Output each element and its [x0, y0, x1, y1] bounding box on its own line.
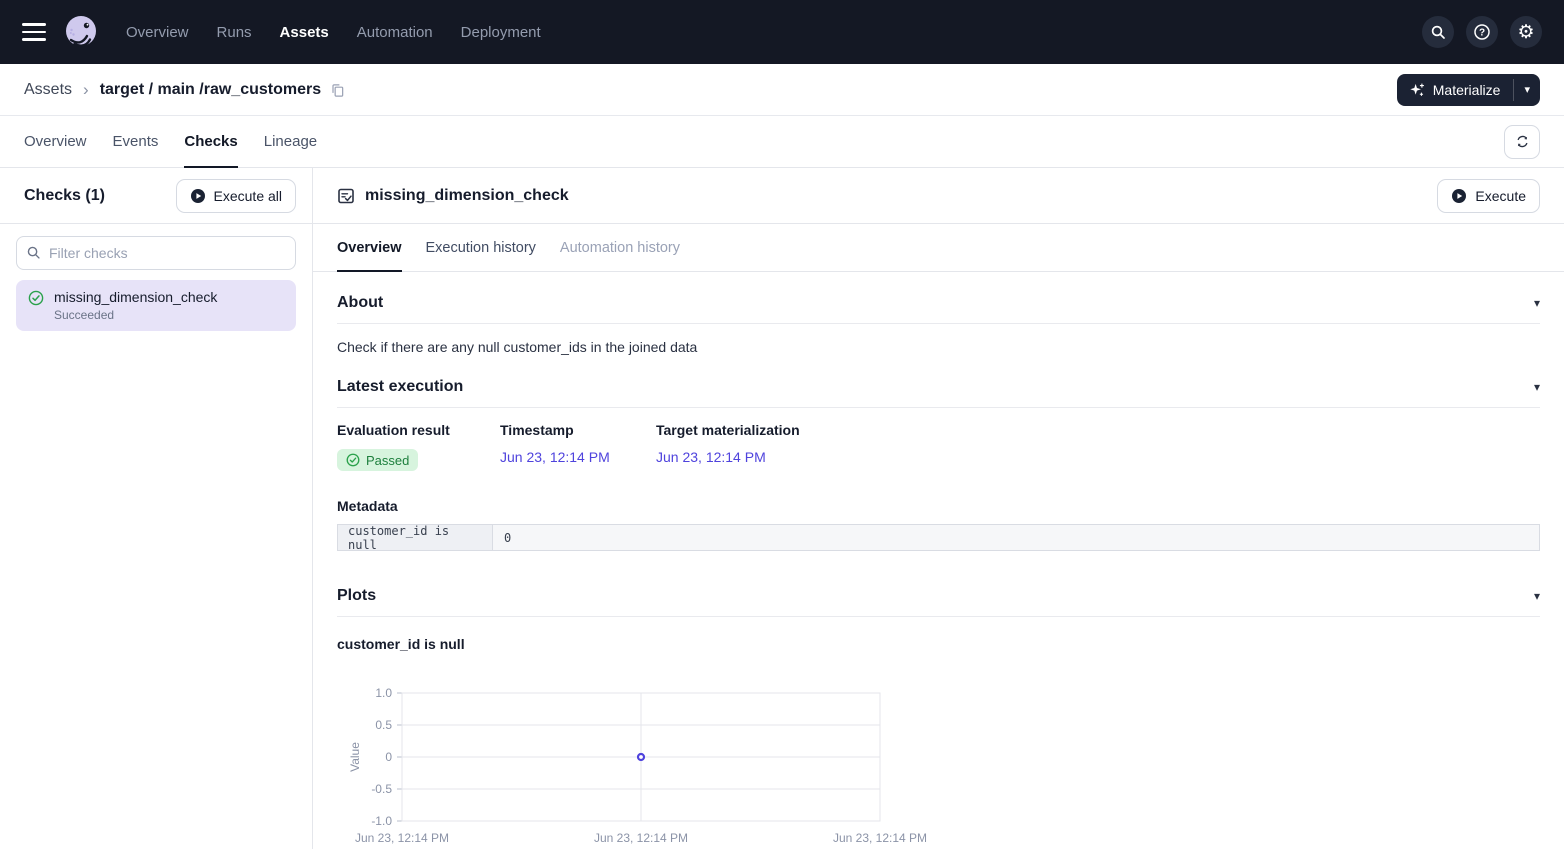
menu-icon[interactable] [22, 23, 46, 41]
help-icon: ? [1473, 23, 1491, 41]
about-section-header: About ▾ [337, 272, 1540, 324]
plots-section-header: Plots ▾ [337, 551, 1540, 617]
metadata-value: 0 [493, 525, 1539, 550]
primary-nav: Overview Runs Assets Automation Deployme… [126, 24, 541, 41]
check-status: Succeeded [54, 308, 217, 322]
check-list-item[interactable]: missing_dimension_check Succeeded [16, 280, 296, 331]
breadcrumb: Assets › target / main / raw_customers M… [0, 64, 1564, 116]
refresh-icon [1515, 134, 1530, 149]
svg-text:0: 0 [385, 750, 392, 764]
tab-automation-history[interactable]: Automation history [560, 224, 680, 271]
breadcrumb-assets-link[interactable]: Assets [24, 81, 72, 99]
svg-text:0.5: 0.5 [375, 718, 392, 732]
nav-overview[interactable]: Overview [126, 24, 189, 41]
nav-assets[interactable]: Assets [280, 24, 329, 41]
filter-search-icon [26, 245, 41, 265]
asset-tabs: Overview Events Checks Lineage [0, 116, 1564, 168]
col-target-materialization: Target materialization [656, 421, 800, 439]
metadata-table: customer_id is null 0 [337, 524, 1540, 551]
svg-text:1.0: 1.0 [375, 686, 392, 700]
nav-deployment[interactable]: Deployment [461, 24, 541, 41]
materialize-dropdown-button[interactable]: ▾ [1514, 74, 1540, 106]
materialize-label: Materialize [1433, 82, 1501, 98]
execute-button[interactable]: Execute [1437, 179, 1540, 213]
timestamp-link[interactable]: Jun 23, 12:14 PM [500, 449, 610, 465]
svg-text:Jun 23, 12:14 PM: Jun 23, 12:14 PM [594, 831, 688, 845]
check-description: Check if there are any null customer_ids… [337, 338, 1540, 356]
plot-title: customer_id is null [337, 636, 1540, 652]
value-plot: 1.0 0.5 0 -0.5 -1.0 Jun 23, 12:14 PM Jun 23, 1… [345, 686, 1540, 849]
copy-icon [330, 82, 345, 98]
filter-checks-input[interactable] [16, 236, 296, 270]
check-detail-panel: missing_dimension_check Execute Overview… [313, 168, 1564, 849]
tab-checks[interactable]: Checks [184, 116, 237, 167]
settings-button[interactable]: ⚙ [1510, 16, 1542, 48]
tab-lineage[interactable]: Lineage [264, 116, 317, 167]
collapse-plots-icon[interactable]: ▾ [1534, 589, 1540, 603]
target-materialization-link[interactable]: Jun 23, 12:14 PM [656, 449, 766, 465]
scatter-chart: 1.0 0.5 0 -0.5 -1.0 Jun 23, 12:14 PM Jun 23, 1… [345, 686, 965, 849]
checks-sidebar: Checks (1) Execute all [0, 168, 313, 849]
svg-text:-1.0: -1.0 [371, 814, 392, 828]
metadata-key: customer_id is null [338, 525, 493, 550]
tab-events[interactable]: Events [113, 116, 159, 167]
collapse-about-icon[interactable]: ▾ [1534, 296, 1540, 310]
execute-all-button[interactable]: Execute all [176, 179, 296, 213]
check-title: missing_dimension_check [365, 187, 569, 205]
refresh-button[interactable] [1504, 125, 1540, 159]
nav-automation[interactable]: Automation [357, 24, 433, 41]
check-definition-icon [337, 187, 355, 205]
latest-execution-section-header: Latest execution ▾ [337, 356, 1540, 408]
svg-text:Value: Value [348, 742, 362, 772]
search-icon [1430, 24, 1446, 40]
plots-heading: Plots [337, 587, 376, 605]
dagster-logo[interactable] [62, 13, 100, 51]
play-circle-icon [190, 188, 206, 204]
check-name: missing_dimension_check [54, 289, 217, 305]
svg-text:Jun 23, 12:14 PM: Jun 23, 12:14 PM [833, 831, 927, 845]
check-detail-tabs: Overview Execution history Automation hi… [313, 224, 1564, 272]
about-heading: About [337, 294, 383, 312]
breadcrumb-asset-name: raw_customers [204, 81, 321, 99]
breadcrumb-separator-icon: › [83, 81, 89, 98]
nav-runs[interactable]: Runs [217, 24, 252, 41]
search-button[interactable] [1422, 16, 1454, 48]
tab-overview[interactable]: Overview [24, 116, 87, 167]
copy-button[interactable] [330, 82, 345, 98]
svg-text:?: ? [1479, 28, 1485, 39]
latest-execution-heading: Latest execution [337, 378, 463, 396]
tab-check-overview[interactable]: Overview [337, 224, 402, 271]
chevron-down-icon: ▾ [1524, 83, 1530, 96]
passed-check-icon [346, 453, 360, 467]
tab-execution-history[interactable]: Execution history [426, 224, 536, 271]
checks-count-title: Checks (1) [24, 187, 105, 205]
breadcrumb-asset-path[interactable]: target / main / [100, 81, 204, 99]
help-button[interactable]: ? [1466, 16, 1498, 48]
metadata-heading: Metadata [337, 498, 1540, 514]
top-nav-bar: Overview Runs Assets Automation Deployme… [0, 0, 1564, 64]
collapse-latest-execution-icon[interactable]: ▾ [1534, 380, 1540, 394]
col-evaluation-result: Evaluation result [337, 421, 500, 439]
passed-badge: Passed [337, 449, 418, 471]
materialize-split-button: Materialize ▾ [1397, 74, 1540, 106]
check-success-icon [28, 290, 44, 322]
materialize-button[interactable]: Materialize [1397, 74, 1514, 106]
svg-text:Jun 23, 12:14 PM: Jun 23, 12:14 PM [355, 831, 449, 845]
play-circle-icon [1451, 188, 1467, 204]
latest-execution-table: Evaluation result Passed Timestamp Jun 2… [337, 421, 1540, 472]
col-timestamp: Timestamp [500, 421, 656, 439]
gear-icon: ⚙ [1517, 23, 1534, 42]
sparkle-icon [1410, 82, 1425, 98]
svg-text:-0.5: -0.5 [371, 782, 392, 796]
